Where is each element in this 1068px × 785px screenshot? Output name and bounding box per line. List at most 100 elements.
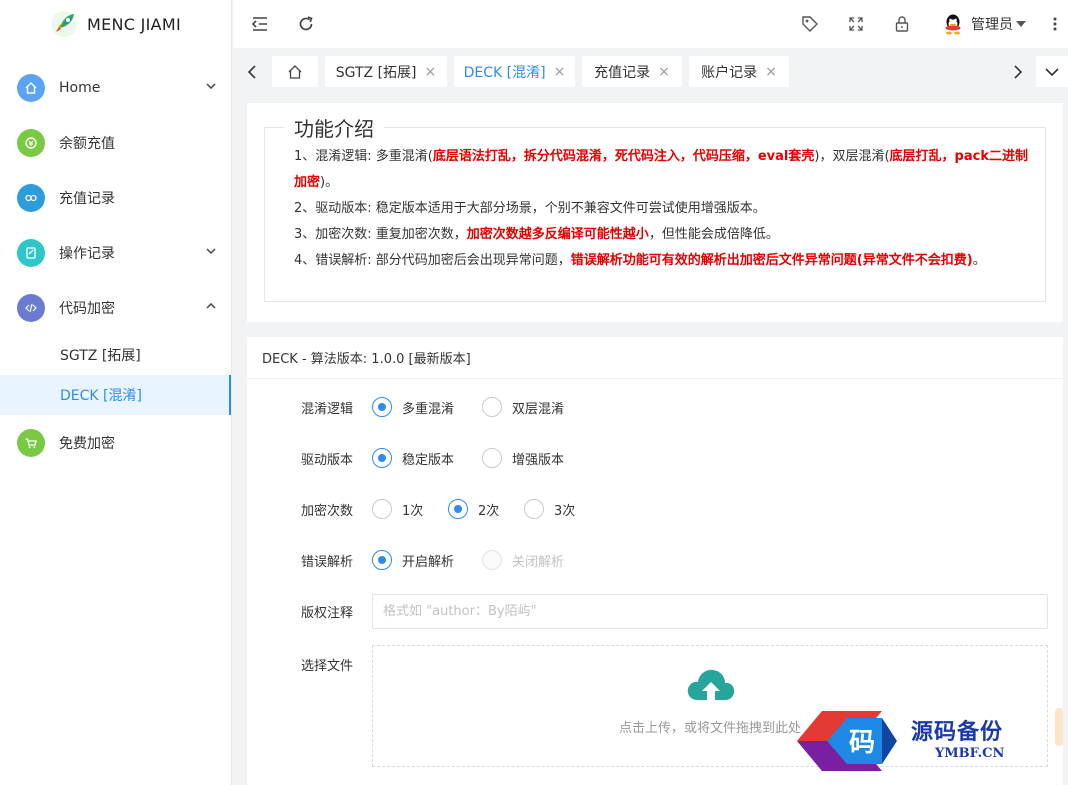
- tab-deck[interactable]: DECK [混淆] ×: [454, 56, 575, 87]
- driver-row: 驱动版本 稳定版本 增强版本: [247, 443, 1063, 473]
- sidebar-item-code-encrypt[interactable]: 代码加密: [0, 280, 231, 335]
- sidebar-subitem-deck[interactable]: DECK [混淆]: [0, 375, 231, 415]
- radio-circle: [482, 550, 502, 570]
- close-icon[interactable]: ×: [425, 64, 437, 80]
- field-label: 混淆逻辑: [301, 401, 354, 417]
- radio-label: 双层混淆: [512, 401, 565, 417]
- brand[interactable]: MENC JIAMI: [0, 0, 231, 48]
- radio-double-obfuscation[interactable]: 双层混淆: [482, 397, 564, 417]
- radio-circle[interactable]: [448, 499, 468, 519]
- watermark-emblem-icon: 码: [797, 711, 897, 771]
- watermark-en: YMBF.CN: [935, 746, 1005, 761]
- rocket-logo-icon: [51, 11, 77, 37]
- radio-circle[interactable]: [524, 499, 544, 519]
- tab-home[interactable]: [272, 56, 318, 87]
- radio-circle[interactable]: [372, 550, 392, 570]
- intro-card: 功能介绍 1、混淆逻辑: 多重混淆(底层语法打乱，拆分代码混淆，死代码注入，代码…: [247, 103, 1063, 322]
- radio-multi-obfuscation[interactable]: 多重混淆: [372, 397, 454, 417]
- radio-stable-version[interactable]: 稳定版本: [372, 448, 454, 468]
- sidebar-item-recharge[interactable]: 余额充值: [0, 115, 231, 170]
- obfuscation-row: 混淆逻辑 多重混淆 双层混淆: [247, 392, 1063, 422]
- radio-label: 开启解析: [402, 554, 455, 570]
- radio-enhanced-version[interactable]: 增强版本: [482, 448, 564, 468]
- intro-fieldset: 功能介绍 1、混淆逻辑: 多重混淆(底层语法打乱，拆分代码混淆，死代码注入，代码…: [264, 113, 1046, 302]
- intro-text: )。: [320, 175, 339, 190]
- chevron-left-icon[interactable]: [242, 62, 262, 82]
- tab-label: DECK [混淆]: [463, 64, 546, 81]
- sidebar: MENC JIAMI Home 余额充值 充值记录 操作记录 代码加密 SGTZ…: [0, 0, 232, 785]
- menu-collapse-icon[interactable]: [250, 14, 270, 34]
- count-row: 加密次数 1次 2次 3次: [247, 494, 1063, 524]
- tabs-dropdown[interactable]: [1036, 56, 1068, 87]
- tab-label: SGTZ [拓展]: [335, 64, 417, 81]
- intro-text: 3、加密次数: 重复加密次数，: [294, 227, 467, 242]
- radio-circle[interactable]: [372, 397, 392, 417]
- field-label: 版权注释: [301, 606, 354, 621]
- more-vertical-icon[interactable]: [1045, 14, 1065, 34]
- close-icon[interactable]: ×: [765, 64, 777, 80]
- chevron-down-icon: [1045, 67, 1059, 76]
- intro-title: 功能介绍: [294, 117, 374, 141]
- form-header: DECK - 算法版本: 1.0.0 [最新版本]: [247, 337, 1063, 379]
- radio-circle[interactable]: [372, 499, 392, 519]
- error-parse-row: 错误解析 开启解析 关闭解析: [247, 545, 1063, 575]
- intro-highlight: 底层语法打乱，拆分代码混淆，死代码注入，代码压缩，eval套壳: [432, 149, 815, 164]
- recharge-icon: [17, 128, 45, 157]
- radio-count-3[interactable]: 3次: [524, 499, 575, 519]
- sidebar-item-label: 余额充值: [59, 135, 115, 152]
- tag-icon[interactable]: [800, 14, 820, 34]
- radio-disable-parse: 关闭解析: [482, 550, 564, 570]
- field-label: 错误解析: [301, 554, 354, 570]
- field-label: 选择文件: [301, 659, 354, 674]
- radio-count-2[interactable]: 2次: [448, 499, 499, 519]
- sidebar-item-home[interactable]: Home: [0, 60, 231, 115]
- radio-count-1[interactable]: 1次: [372, 499, 423, 519]
- chevron-down-icon: [206, 83, 216, 90]
- tab-recharge-records[interactable]: 充值记录 ×: [582, 56, 682, 87]
- field-label: 加密次数: [301, 503, 354, 519]
- close-icon[interactable]: ×: [658, 64, 670, 80]
- sidebar-subitem-sgtz[interactable]: SGTZ [拓展]: [0, 335, 231, 375]
- intro-text: 。: [972, 253, 986, 268]
- chevron-down-icon: [206, 248, 216, 255]
- sidebar-item-label: 代码加密: [59, 300, 115, 317]
- home-icon: [17, 73, 45, 102]
- intro-line-2: 2、驱动版本: 稳定版本适用于大部分场景，个别不兼容文件可尝试使用增强版本。: [294, 201, 766, 216]
- user-menu[interactable]: 管理员: [942, 11, 1026, 37]
- watermark-logo: 码 源码备份 YMBF.CN: [787, 706, 1037, 776]
- lock-icon[interactable]: [892, 14, 912, 34]
- radio-circle[interactable]: [372, 448, 392, 468]
- tab-label: 账户记录: [701, 64, 758, 81]
- caret-down-icon: [1016, 21, 1026, 27]
- radio-circle[interactable]: [482, 448, 502, 468]
- avatar: [945, 14, 961, 35]
- side-widget: [1055, 708, 1063, 746]
- sidebar-item-operation-records[interactable]: 操作记录: [0, 225, 231, 280]
- radio-label: 2次: [478, 503, 500, 519]
- sidebar-item-free-encrypt[interactable]: 免费加密: [0, 415, 231, 470]
- radio-label: 稳定版本: [402, 452, 455, 468]
- radio-label: 1次: [402, 503, 424, 519]
- refresh-icon[interactable]: [296, 14, 316, 34]
- sidebar-item-label: 操作记录: [59, 245, 115, 262]
- radio-circle[interactable]: [482, 397, 502, 417]
- intro-text: )，双层混淆(: [814, 149, 890, 164]
- close-icon[interactable]: ×: [554, 64, 566, 80]
- cart-icon: [17, 428, 45, 457]
- sidebar-item-recharge-records[interactable]: 充值记录: [0, 170, 231, 225]
- intro-text: 4、错误解析: 部分代码加密后会出现异常问题，: [294, 253, 571, 268]
- tab-sgtz[interactable]: SGTZ [拓展] ×: [325, 56, 447, 87]
- tab-account-records[interactable]: 账户记录 ×: [689, 56, 789, 87]
- intro-line-4: 4、错误解析: 部分代码加密后会出现异常问题，错误解析功能可有效的解析出加密后文…: [280, 248, 1030, 274]
- chevron-up-icon: [206, 302, 216, 309]
- sidebar-item-label: 免费加密: [59, 435, 115, 452]
- field-label: 驱动版本: [301, 452, 354, 468]
- chevron-right-icon[interactable]: [1008, 62, 1028, 82]
- operation-icon: [17, 238, 45, 267]
- brand-name: MENC JIAMI: [87, 14, 182, 34]
- radio-enable-parse[interactable]: 开启解析: [372, 550, 454, 570]
- fullscreen-icon[interactable]: [846, 14, 866, 34]
- copyright-input[interactable]: [372, 594, 1048, 629]
- intro-text: ，但性能会成倍降低。: [648, 227, 779, 242]
- sidebar-item-label: 充值记录: [59, 190, 115, 207]
